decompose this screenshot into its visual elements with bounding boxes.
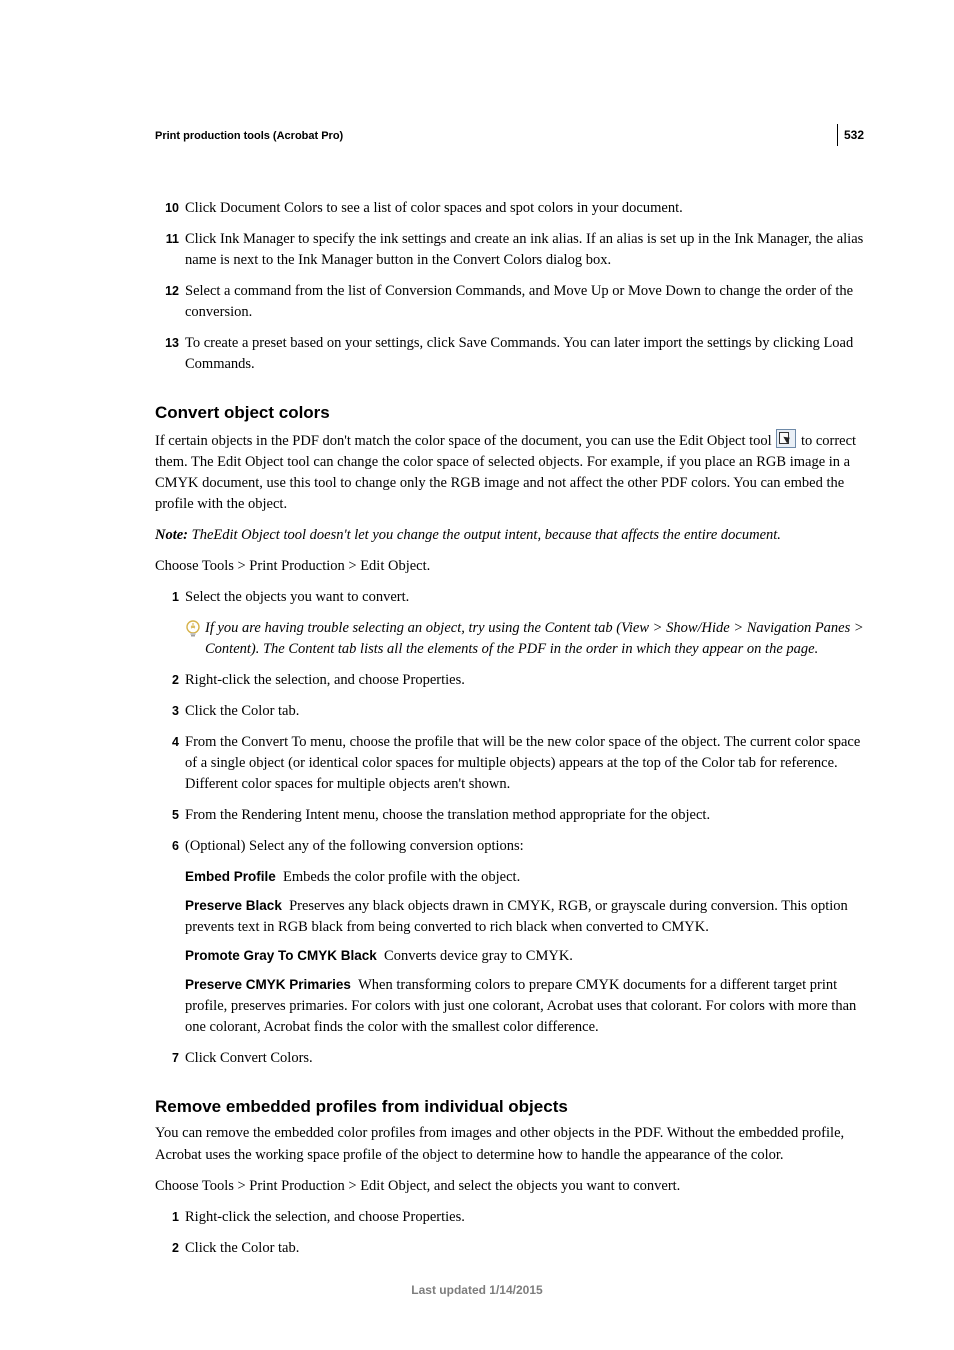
item-text: Click Convert Colors. [185,1048,864,1069]
item-number: 1 [155,587,179,608]
page: 532 Print production tools (Acrobat Pro)… [0,0,954,1347]
option: Preserve Black Preserves any black objec… [185,896,864,938]
page-number: 532 [837,124,864,146]
list-item: 12 Select a command from the list of Con… [155,281,864,323]
option-head: Promote Gray To CMYK Black [185,948,377,963]
item-number: 13 [155,333,179,375]
item-text: Click the Color tab. [185,1238,864,1259]
option-body: Converts device gray to CMYK. [384,948,573,964]
option-body: Preserves any black objects drawn in CMY… [185,898,848,935]
continued-list: 10 Click Document Colors to see a list o… [155,198,864,375]
note-label: Note: [155,527,188,543]
lead-paragraph: Choose Tools > Print Production > Edit O… [155,1176,864,1197]
list-item: 10 Click Document Colors to see a list o… [155,198,864,219]
list-item: 3 Click the Color tab. [155,701,864,722]
option-head: Preserve CMYK Primaries [185,977,351,992]
section-heading-convert-object-colors: Convert object colors [155,403,864,423]
edit-object-tool-icon [776,429,796,448]
item-number: 12 [155,281,179,323]
item-number: 6 [155,836,179,857]
lightbulb-icon [185,620,205,662]
steps-list: 2 Right-click the selection, and choose … [155,670,864,857]
option: Embed Profile Embeds the color profile w… [185,867,864,888]
note-paragraph: Note: TheEdit Object tool doesn't let yo… [155,525,864,546]
item-number: 7 [155,1048,179,1069]
list-item: 4 From the Convert To menu, choose the p… [155,732,864,795]
item-text: From the Rendering Intent menu, choose t… [185,805,864,826]
steps-list: 7 Click Convert Colors. [155,1048,864,1069]
steps-list: 1 Right-click the selection, and choose … [155,1207,864,1259]
item-text: Click the Color tab. [185,701,864,722]
list-item: 11 Click Ink Manager to specify the ink … [155,229,864,271]
list-item: 2 Click the Color tab. [155,1238,864,1259]
item-number: 2 [155,1238,179,1259]
section-heading-remove-embedded-profiles: Remove embedded profiles from individual… [155,1097,864,1117]
intro-paragraph: You can remove the embedded color profil… [155,1123,864,1165]
item-text: From the Convert To menu, choose the pro… [185,732,864,795]
option: Promote Gray To CMYK Black Converts devi… [185,946,864,967]
item-text: Right-click the selection, and choose Pr… [185,1207,864,1228]
item-text: Select a command from the list of Conver… [185,281,864,323]
item-number: 1 [155,1207,179,1228]
item-text: Click Document Colors to see a list of c… [185,198,864,219]
item-number: 4 [155,732,179,795]
intro-pre: If certain objects in the PDF don't matc… [155,433,775,449]
list-item: 2 Right-click the selection, and choose … [155,670,864,691]
list-item: 1 Right-click the selection, and choose … [155,1207,864,1228]
item-text: Right-click the selection, and choose Pr… [185,670,864,691]
list-item: 1 Select the objects you want to convert… [155,587,864,608]
item-number: 5 [155,805,179,826]
intro-paragraph: If certain objects in the PDF don't matc… [155,429,864,515]
item-text: Click Ink Manager to specify the ink set… [185,229,864,271]
item-text: (Optional) Select any of the following c… [185,836,864,857]
item-text: To create a preset based on your setting… [185,333,864,375]
running-head: Print production tools (Acrobat Pro) [155,130,864,142]
option: Preserve CMYK Primaries When transformin… [185,975,864,1038]
list-item: 6 (Optional) Select any of the following… [155,836,864,857]
tip-text: If you are having trouble selecting an o… [205,618,864,660]
options-block: Embed Profile Embeds the color profile w… [185,867,864,1038]
item-number: 3 [155,701,179,722]
option-head: Preserve Black [185,898,282,913]
option-head: Embed Profile [185,869,276,884]
list-item: 13 To create a preset based on your sett… [155,333,864,375]
list-item: 7 Click Convert Colors. [155,1048,864,1069]
note-body: TheEdit Object tool doesn't let you chan… [188,527,781,543]
item-number: 2 [155,670,179,691]
steps-list: 1 Select the objects you want to convert… [155,587,864,608]
item-number: 11 [155,229,179,271]
tip-block: If you are having trouble selecting an o… [185,618,864,660]
lead-paragraph: Choose Tools > Print Production > Edit O… [155,556,864,577]
item-text: Select the objects you want to convert. [185,587,864,608]
footer-last-updated: Last updated 1/14/2015 [0,1283,954,1297]
option-body: Embeds the color profile with the object… [283,869,520,885]
item-number: 10 [155,198,179,219]
list-item: 5 From the Rendering Intent menu, choose… [155,805,864,826]
